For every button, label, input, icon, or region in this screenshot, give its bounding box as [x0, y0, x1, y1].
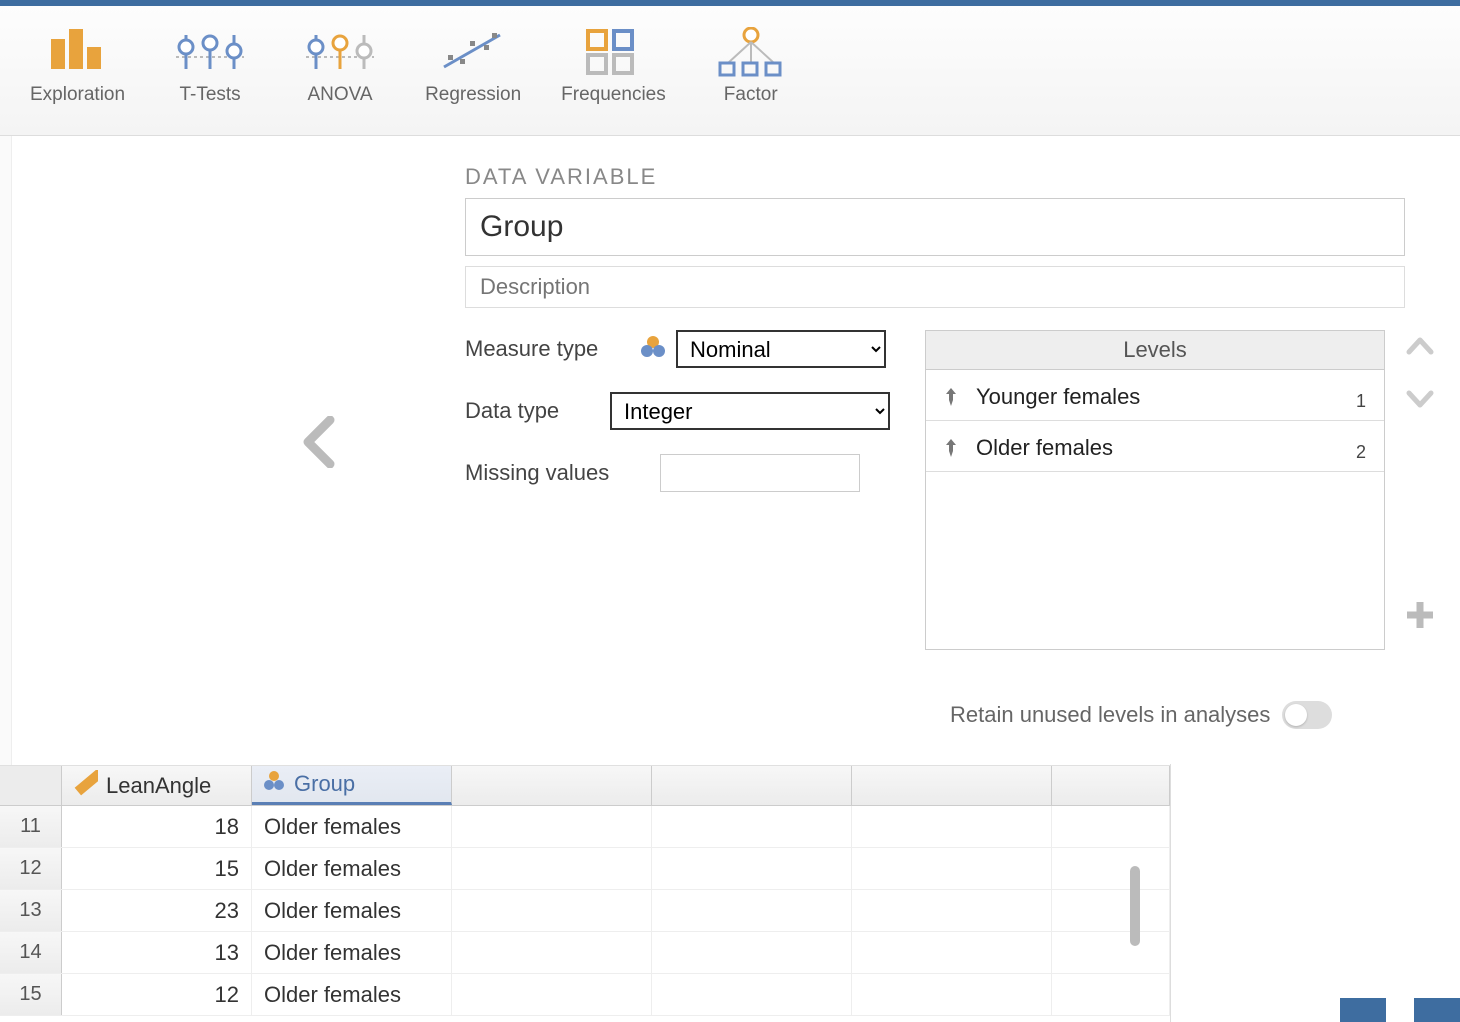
- regression-button[interactable]: Regression: [425, 24, 521, 106]
- cell-empty[interactable]: [852, 848, 1052, 889]
- anova-button[interactable]: ANOVA: [295, 24, 385, 106]
- level-row[interactable]: Younger females 1: [926, 370, 1384, 421]
- cell-empty[interactable]: [652, 932, 852, 973]
- pin-icon: [942, 386, 960, 413]
- continuous-icon: [72, 770, 98, 802]
- cell-leanangle[interactable]: 13: [62, 932, 252, 973]
- cell-leanangle[interactable]: 23: [62, 890, 252, 931]
- nominal-icon: [640, 334, 666, 365]
- data-type-select[interactable]: Integer: [610, 392, 890, 430]
- cell-empty[interactable]: [652, 848, 852, 889]
- cell-empty[interactable]: [852, 974, 1052, 1015]
- pin-icon: [942, 437, 960, 464]
- cell-empty[interactable]: [1052, 932, 1170, 973]
- cell-empty[interactable]: [652, 806, 852, 847]
- nominal-icon: [262, 769, 286, 799]
- bottom-accent-blocks: [1340, 998, 1460, 1022]
- column-header-empty[interactable]: [1052, 766, 1170, 805]
- variable-editor-panel: DATA VARIABLE Measure type Nominal Data …: [0, 136, 1460, 766]
- factor-label: Factor: [724, 84, 778, 106]
- row-number[interactable]: 12: [0, 848, 62, 889]
- exploration-button[interactable]: Exploration: [30, 24, 125, 106]
- cell-leanangle[interactable]: 12: [62, 974, 252, 1015]
- cell-group[interactable]: Older females: [252, 890, 452, 931]
- retain-levels-label: Retain unused levels in analyses: [950, 702, 1270, 728]
- levels-header: Levels: [926, 331, 1384, 370]
- left-edge-strip: [0, 136, 12, 765]
- cell-empty[interactable]: [1052, 890, 1170, 931]
- cell-empty[interactable]: [452, 974, 652, 1015]
- ttests-label: T-Tests: [179, 84, 240, 106]
- cell-empty[interactable]: [652, 890, 852, 931]
- cell-leanangle[interactable]: 18: [62, 806, 252, 847]
- cell-empty[interactable]: [452, 932, 652, 973]
- analysis-toolbar: Exploration T-Tests ANOVA: [0, 6, 1460, 136]
- level-code: 1: [1356, 391, 1366, 412]
- row-number[interactable]: 14: [0, 932, 62, 973]
- frequencies-icon: [586, 24, 640, 80]
- frequencies-button[interactable]: Frequencies: [561, 24, 666, 106]
- missing-values-label: Missing values: [465, 460, 660, 486]
- cell-group[interactable]: Older females: [252, 974, 452, 1015]
- row-number[interactable]: 11: [0, 806, 62, 847]
- cell-empty[interactable]: [852, 806, 1052, 847]
- missing-values-input[interactable]: [660, 454, 860, 492]
- ttests-button[interactable]: T-Tests: [165, 24, 255, 106]
- data-type-label: Data type: [465, 398, 610, 424]
- cell-empty[interactable]: [852, 932, 1052, 973]
- cell-empty[interactable]: [452, 806, 652, 847]
- ttests-icon: [172, 24, 248, 80]
- anova-label: ANOVA: [308, 84, 373, 106]
- cell-empty[interactable]: [852, 890, 1052, 931]
- measure-type-select[interactable]: Nominal: [676, 330, 886, 368]
- column-header-empty[interactable]: [652, 766, 852, 805]
- level-move-up-button[interactable]: [1403, 330, 1437, 369]
- variable-description-input[interactable]: [465, 266, 1405, 308]
- cell-group[interactable]: Older females: [252, 932, 452, 973]
- regression-label: Regression: [425, 84, 521, 106]
- cell-group[interactable]: Older females: [252, 848, 452, 889]
- vertical-scrollbar[interactable]: [1130, 866, 1140, 946]
- cell-leanangle[interactable]: 15: [62, 848, 252, 889]
- level-code: 2: [1356, 442, 1366, 463]
- rowhead-corner: [0, 766, 62, 805]
- cell-empty[interactable]: [1052, 848, 1170, 889]
- factor-button[interactable]: Factor: [706, 24, 796, 106]
- column-header-leanangle[interactable]: LeanAngle: [62, 766, 252, 805]
- cell-empty[interactable]: [452, 890, 652, 931]
- cell-empty[interactable]: [1052, 806, 1170, 847]
- exploration-icon: [47, 24, 109, 80]
- panel-title: DATA VARIABLE: [465, 164, 1405, 190]
- column-header-empty[interactable]: [852, 766, 1052, 805]
- levels-box: Levels Younger females 1 Older females 2: [925, 330, 1385, 650]
- column-header-empty[interactable]: [452, 766, 652, 805]
- retain-levels-toggle[interactable]: [1282, 701, 1332, 729]
- row-number[interactable]: 13: [0, 890, 62, 931]
- level-name: Younger females: [976, 384, 1368, 410]
- cell-empty[interactable]: [652, 974, 852, 1015]
- results-panel: [1170, 764, 1460, 1022]
- variable-name-input[interactable]: [465, 198, 1405, 256]
- level-move-down-button[interactable]: [1403, 381, 1437, 420]
- level-name: Older females: [976, 435, 1368, 461]
- cell-empty[interactable]: [452, 848, 652, 889]
- cell-group[interactable]: Older females: [252, 806, 452, 847]
- regression-icon: [438, 24, 508, 80]
- factor-icon: [718, 24, 784, 80]
- row-number[interactable]: 15: [0, 974, 62, 1015]
- cell-empty[interactable]: [1052, 974, 1170, 1015]
- level-add-button[interactable]: [1403, 598, 1437, 637]
- column-header-group[interactable]: Group: [252, 766, 452, 805]
- anova-icon: [302, 24, 378, 80]
- previous-variable-button[interactable]: [300, 416, 338, 473]
- frequencies-label: Frequencies: [561, 84, 666, 106]
- exploration-label: Exploration: [30, 84, 125, 106]
- measure-type-label: Measure type: [465, 336, 640, 362]
- level-row[interactable]: Older females 2: [926, 421, 1384, 472]
